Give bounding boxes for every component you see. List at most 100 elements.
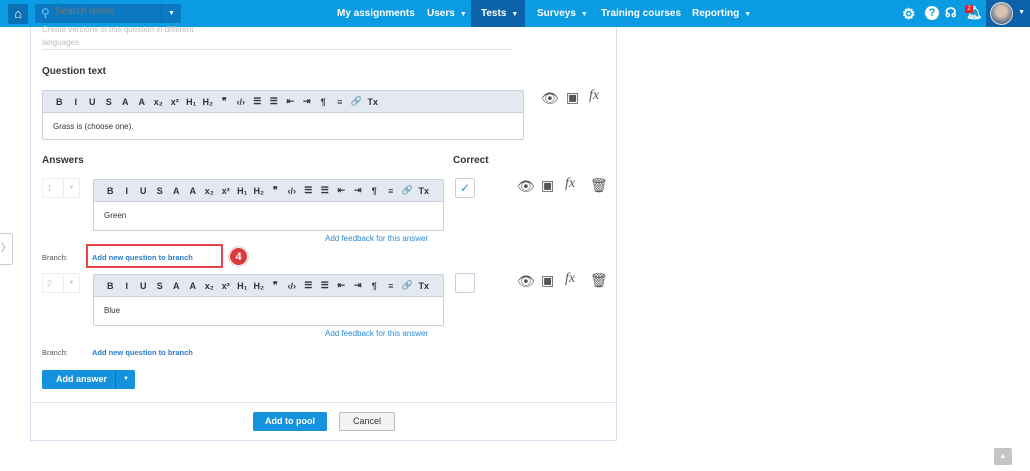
home-button[interactable]: ⌂ <box>8 4 28 24</box>
toolbar-button[interactable]: A <box>185 186 202 196</box>
toolbar-button[interactable]: x² <box>167 97 184 107</box>
toolbar-button[interactable]: ☰ <box>317 185 334 196</box>
toolbar-button[interactable]: ⇥ <box>350 280 367 291</box>
toolbar-button[interactable]: U <box>84 97 101 107</box>
toolbar-button[interactable]: ≡ <box>332 97 349 107</box>
toolbar-button[interactable]: ☰ <box>317 280 334 291</box>
toolbar-button[interactable]: A <box>117 97 134 107</box>
eye-icon[interactable]: 👁︎ <box>517 178 535 195</box>
question-text-editor[interactable]: B I U S A Ax₂ x² H₁ H₂ ❞ ‹/› ☰ ☰ ⇤ ⇥ ¶ ≡ 🔗 Tx Grass is (ch… <box>42 90 524 140</box>
eye-icon[interactable]: 👁︎ <box>517 273 535 290</box>
formula-icon[interactable]: fx <box>589 88 599 104</box>
toolbar-button[interactable]: S <box>152 186 169 196</box>
answer-order-select[interactable]: 2 ▼ <box>42 273 80 293</box>
toolbar-button[interactable]: ☰ <box>266 96 283 107</box>
toolbar-button[interactable]: Tx <box>416 281 433 291</box>
gear-icon[interactable]: ⚙ <box>902 5 915 23</box>
toolbar-button[interactable]: x² <box>218 186 235 196</box>
answer-text[interactable]: Green <box>94 202 443 229</box>
toolbar-button[interactable]: U <box>135 281 152 291</box>
answer-text[interactable]: Blue <box>94 297 443 324</box>
scroll-to-top-button[interactable]: ▲ <box>994 448 1012 465</box>
toolbar-button[interactable]: A <box>185 281 202 291</box>
toolbar-button[interactable]: ≡ <box>383 186 400 196</box>
toolbar-button[interactable]: ☰ <box>249 96 266 107</box>
nav-reporting[interactable]: Reporting ▼ <box>682 0 761 27</box>
toolbar-button[interactable]: 🔗 <box>348 96 365 107</box>
toolbar-button[interactable]: I <box>68 97 85 107</box>
toolbar-button[interactable]: B <box>51 97 68 107</box>
toolbar-button[interactable]: ☰ <box>300 280 317 291</box>
toolbar-button[interactable]: 🔗 <box>399 185 416 196</box>
toolbar-button[interactable]: U <box>135 186 152 196</box>
toolbar-button[interactable]: ☰ <box>300 185 317 196</box>
toolbar-button[interactable]: A <box>134 97 151 107</box>
toolbar-button[interactable]: ⇤ <box>333 185 350 196</box>
toolbar-button[interactable]: x₂ <box>201 281 218 291</box>
image-icon[interactable]: ▣ <box>541 177 554 194</box>
toolbar-button[interactable]: ≡ <box>383 281 400 291</box>
toolbar-button[interactable]: ❞ <box>267 280 284 291</box>
add-to-pool-button[interactable]: Add to pool <box>253 412 327 431</box>
nav-tests[interactable]: Tests ▼ <box>471 0 525 27</box>
toolbar-button[interactable]: ⇤ <box>333 280 350 291</box>
correct-checkbox[interactable]: ✓ <box>455 178 475 198</box>
toolbar-button[interactable]: 🔗 <box>399 280 416 291</box>
toolbar-button[interactable]: H₂ <box>251 281 268 291</box>
help-icon[interactable]: ? <box>925 6 939 20</box>
toolbar-button[interactable]: ⇤ <box>282 96 299 107</box>
toolbar-button[interactable]: ¶ <box>315 97 332 107</box>
toolbar-button[interactable]: S <box>101 97 118 107</box>
correct-checkbox[interactable] <box>455 273 475 293</box>
trash-icon[interactable]: 🗑︎ <box>590 177 608 194</box>
user-menu[interactable]: ▼ <box>986 0 1030 27</box>
toolbar-button[interactable]: ¶ <box>366 281 383 291</box>
toolbar-button[interactable]: B <box>102 186 119 196</box>
formula-icon[interactable]: fx <box>565 176 575 192</box>
toolbar-button[interactable]: H₂ <box>200 97 217 107</box>
toolbar-button[interactable]: A <box>168 186 185 196</box>
toolbar-button[interactable]: ‹/› <box>284 281 301 291</box>
toolbar-button[interactable]: ❞ <box>267 185 284 196</box>
add-feedback-link[interactable]: Add feedback for this answer <box>325 329 428 338</box>
toolbar-button[interactable]: H₁ <box>234 186 251 196</box>
nav-surveys[interactable]: Surveys ▼ <box>527 0 598 27</box>
toolbar-button[interactable]: ⇥ <box>299 96 316 107</box>
toolbar-button[interactable]: I <box>119 186 136 196</box>
nav-users[interactable]: Users ▼ <box>417 0 477 27</box>
eye-icon[interactable]: 👁︎ <box>541 90 559 107</box>
formula-icon[interactable]: fx <box>565 271 575 287</box>
sidebar-expand-toggle[interactable]: 〉 <box>0 233 13 265</box>
toolbar-button[interactable]: x² <box>218 281 235 291</box>
add-answer-dropdown[interactable]: ▼ <box>117 370 135 389</box>
toolbar-button[interactable]: I <box>119 281 136 291</box>
toolbar-button[interactable]: H₁ <box>183 97 200 107</box>
answer-editor[interactable]: B I U S A Ax₂ x² H₁ H₂ ❞ ‹/› ☰ ☰ ⇤ ⇥ ¶ ≡ 🔗 Tx Blue <box>93 274 444 326</box>
toolbar-button[interactable]: x₂ <box>201 186 218 196</box>
toolbar-button[interactable]: ‹/› <box>284 186 301 196</box>
toolbar-button[interactable]: ⇥ <box>350 185 367 196</box>
add-branch-question-link[interactable]: Add new question to branch <box>92 348 193 357</box>
toolbar-button[interactable]: ¶ <box>366 186 383 196</box>
toolbar-button[interactable]: Tx <box>416 186 433 196</box>
image-icon[interactable]: ▣ <box>541 272 554 289</box>
add-feedback-link[interactable]: Add feedback for this answer <box>325 234 428 243</box>
search-input[interactable] <box>55 6 155 17</box>
toolbar-button[interactable]: A <box>168 281 185 291</box>
toolbar-button[interactable]: ‹/› <box>233 97 250 107</box>
toolbar-button[interactable]: H₁ <box>234 281 251 291</box>
nav-my-assignments[interactable]: My assignments <box>327 0 425 27</box>
toolbar-button[interactable]: ❞ <box>216 96 233 107</box>
answer-editor[interactable]: B I U S A Ax₂ x² H₁ H₂ ❞ ‹/› ☰ ☰ ⇤ ⇥ ¶ ≡ 🔗 Tx Green <box>93 179 444 231</box>
nav-training-courses[interactable]: Training courses <box>591 0 691 27</box>
question-text-content[interactable]: Grass is (choose one). <box>43 113 523 140</box>
cancel-button[interactable]: Cancel <box>339 412 395 431</box>
toolbar-button[interactable]: S <box>152 281 169 291</box>
toolbar-button[interactable]: B <box>102 281 119 291</box>
toolbar-button[interactable]: Tx <box>365 97 382 107</box>
answer-order-select[interactable]: 1 ▼ <box>42 178 80 198</box>
trash-icon[interactable]: 🗑︎ <box>590 272 608 289</box>
toolbar-button[interactable]: H₂ <box>251 186 268 196</box>
headset-icon[interactable]: ☊ <box>945 5 957 21</box>
search-dropdown-button[interactable]: ▼ <box>161 4 181 23</box>
